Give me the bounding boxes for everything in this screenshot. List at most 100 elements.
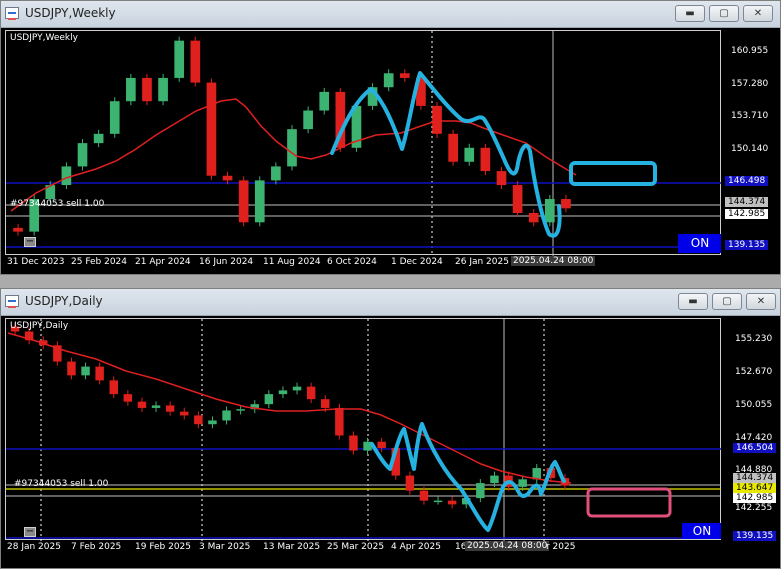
candle-bear (95, 366, 104, 381)
chart-window-icon (5, 7, 19, 20)
date-tick: 26 Jan 2025 (455, 257, 509, 267)
candle-bear (206, 82, 217, 176)
candle-bull (158, 77, 168, 102)
candle-bear (306, 386, 316, 400)
candle-bull (278, 390, 288, 395)
price-label-current: 142.985 (733, 493, 777, 503)
date-tick: 13 Mar 2025 (263, 542, 321, 552)
weekly-chart-svg (6, 31, 722, 256)
candle-bear (238, 180, 249, 223)
candle-bull (264, 394, 274, 405)
crosshair-date-label: 2025.04.24 08:00 (465, 541, 550, 551)
candle-bull (490, 475, 499, 484)
daily-chart-window[interactable]: USDJPY,Daily ▬ ▢ ✕ USDJPY,Daily #9734405… (0, 288, 781, 569)
price-tick: 153.710 (731, 111, 769, 121)
weekly-symbol-label: USDJPY,Weekly (10, 33, 78, 43)
candle-bull (433, 500, 443, 503)
candle-bull (271, 166, 281, 181)
candle-bear (123, 394, 133, 402)
candle-bull (383, 73, 394, 88)
weekly-chart-window[interactable]: USDJPY,Weekly ▬ ▢ ✕ USDJPY,Weekly #97344… (0, 0, 781, 275)
candle-bull (518, 479, 527, 487)
candle-bear (67, 361, 76, 376)
weekly-on-indicator[interactable]: ON (678, 234, 722, 253)
weekly-collapse-button[interactable]: − (24, 237, 36, 247)
daily-plot-area[interactable]: USDJPY,Daily #97344053 sell 1.00 − ON (5, 318, 722, 541)
date-tick: 25 Feb 2024 (71, 257, 128, 267)
weekly-cyan-swing (330, 71, 562, 238)
candle-bear (13, 227, 23, 232)
candle-bear (561, 199, 571, 209)
date-tick: r 2025 (546, 542, 576, 552)
chart-window-icon (5, 295, 19, 308)
price-tick: 142.255 (735, 503, 773, 513)
candle-bull (254, 180, 265, 223)
price-label-current: 142.985 (725, 209, 769, 219)
candle-bull (303, 110, 313, 130)
candle-bull (236, 409, 245, 411)
maximize-button[interactable]: ▢ (712, 293, 742, 310)
date-tick: 25 Mar 2025 (327, 542, 385, 552)
candle-bull (208, 420, 217, 425)
price-tick: 150.140 (731, 144, 769, 154)
price-tick: 147.420 (735, 433, 773, 443)
daily-on-indicator[interactable]: ON (682, 523, 722, 539)
daily-order-label: #97344053 sell 1.00 (14, 479, 109, 489)
date-tick: 3 Mar 2025 (199, 542, 251, 552)
price-tick: 157.280 (731, 79, 769, 89)
candle-bear (419, 490, 429, 501)
close-button[interactable]: ✕ (746, 293, 776, 310)
candle-bear (405, 475, 415, 491)
candle-bear (399, 73, 410, 78)
price-tick: 152.670 (735, 367, 773, 377)
daily-moving-average (7, 332, 572, 484)
daily-collapse-button[interactable]: − (24, 527, 36, 537)
candle-bear (480, 147, 491, 172)
weekly-date-axis: 31 Dec 2023 25 Feb 2024 21 Apr 2024 16 J… (5, 255, 721, 273)
daily-window-title: USDJPY,Daily (25, 294, 103, 308)
candle-bull (151, 405, 161, 408)
minimize-button[interactable]: ▬ (678, 293, 708, 310)
date-tick: 28 Jan 2025 (7, 542, 61, 552)
candle-bear (194, 415, 203, 425)
candle-bull (81, 366, 90, 376)
candle-bear (335, 407, 344, 436)
price-label-order: 144.374 (733, 473, 777, 483)
daily-titlebar[interactable]: USDJPY,Daily ▬ ▢ ✕ (1, 289, 780, 316)
candle-bear (190, 40, 201, 83)
price-label-blue: 146.504 (733, 443, 777, 453)
candle-bear (222, 175, 233, 181)
candle-bull (174, 40, 185, 78)
candle-bear (349, 435, 358, 451)
weekly-target-box (569, 161, 657, 186)
candle-bear (180, 411, 189, 416)
candle-bear (496, 171, 507, 186)
candle-bear (137, 401, 147, 408)
candle-bull (126, 77, 136, 102)
candle-bear (165, 405, 175, 412)
price-label-order: 144.374 (725, 197, 769, 207)
weekly-plot-area[interactable]: USDJPY,Weekly #97344053 sell 1.00 − ON (5, 30, 722, 256)
candle-bull (544, 199, 555, 223)
close-button[interactable]: ✕ (743, 5, 773, 22)
weekly-price-axis: 160.955 157.280 153.710 150.140 146.498 … (721, 30, 771, 255)
daily-symbol-label: USDJPY,Daily (10, 321, 69, 331)
date-tick: 7 Feb 2025 (71, 542, 122, 552)
date-tick: 11 Aug 2024 (263, 257, 321, 267)
crosshair-date-label: 2025.04.24 08:00 (511, 256, 596, 266)
date-tick: 1 Dec 2024 (391, 257, 443, 267)
candle-bear (448, 133, 458, 162)
weekly-moving-average (10, 98, 577, 212)
daily-chart-svg (6, 319, 722, 541)
candle-bear (528, 212, 539, 223)
candle-bull (292, 386, 302, 391)
minimize-button[interactable]: ▬ (675, 5, 705, 22)
price-tick: 160.955 (731, 46, 769, 56)
candle-bull (222, 410, 231, 421)
candle-bear (432, 105, 442, 134)
weekly-titlebar[interactable]: USDJPY,Weekly ▬ ▢ ✕ (1, 1, 780, 28)
maximize-button[interactable]: ▢ (709, 5, 739, 22)
date-tick: 31 Dec 2023 (7, 257, 65, 267)
date-tick: 6 Oct 2024 (327, 257, 377, 267)
candle-bull (464, 147, 475, 162)
